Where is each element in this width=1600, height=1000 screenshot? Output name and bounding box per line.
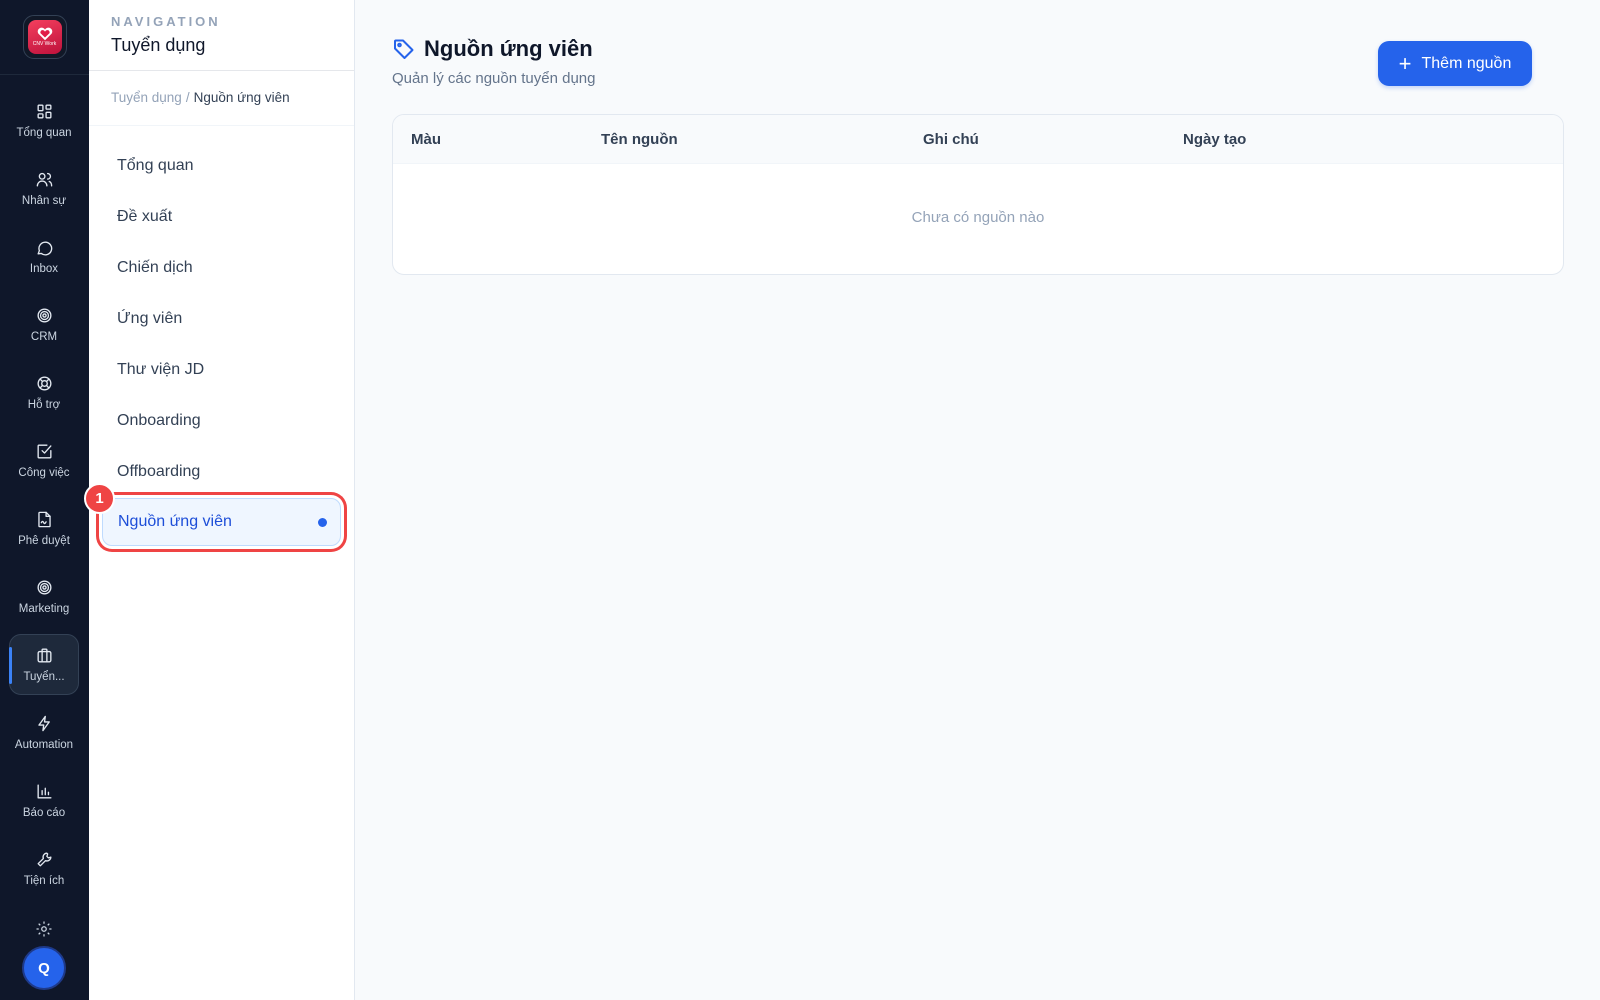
nav-item-de-xuat[interactable]: Đề xuất bbox=[102, 192, 341, 242]
icon-rail: CNV Work Tổng quan Nhân sự Inbox CRM Hỗ … bbox=[0, 0, 89, 1000]
rail-item-phe-duyet[interactable]: Phê duyệt bbox=[9, 498, 79, 559]
nav-item-offboarding[interactable]: Offboarding bbox=[102, 447, 341, 497]
sources-table: Màu Tên nguồn Ghi chú Ngày tạo Chưa có n… bbox=[392, 114, 1564, 275]
gear-icon bbox=[36, 921, 52, 937]
breadcrumb-root-link[interactable]: Tuyển dụng bbox=[111, 90, 182, 105]
nav-item-label: Nguồn ứng viên bbox=[118, 513, 232, 530]
rail-item-ho-tro[interactable]: Hỗ trợ bbox=[9, 362, 79, 423]
breadcrumb: Tuyển dụng / Nguồn ứng viên bbox=[89, 71, 354, 126]
heart-logo-icon: CNV Work bbox=[27, 20, 62, 54]
rail-item-label: CRM bbox=[30, 331, 58, 343]
file-sign-icon bbox=[37, 511, 51, 528]
nav-item-label: Đề xuất bbox=[117, 208, 173, 225]
table-header: Màu Tên nguồn Ghi chú Ngày tạo bbox=[393, 115, 1563, 164]
rail-item-cong-viec[interactable]: Công việc bbox=[9, 430, 79, 491]
rail-item-tuyen-dung[interactable]: Tuyển... bbox=[9, 634, 79, 695]
nav-item-label: Tổng quan bbox=[117, 157, 194, 174]
rail-item-label: Nhân sự bbox=[21, 195, 67, 207]
nav-item-label: Ứng viên bbox=[117, 310, 183, 327]
rail-item-label: Tuyển... bbox=[23, 671, 65, 683]
nav-header: NAVIGATION Tuyển dụng bbox=[89, 0, 354, 71]
nav-item-label: Onboarding bbox=[117, 412, 201, 429]
rail-menu: Tổng quan Nhân sự Inbox CRM Hỗ trợ Công … bbox=[0, 90, 89, 906]
wrench-icon bbox=[36, 852, 52, 867]
column-header-color[interactable]: Màu bbox=[411, 131, 441, 148]
rail-item-label: Inbox bbox=[29, 263, 59, 275]
main-content: Nguồn ứng viên Quản lý các nguồn tuyển d… bbox=[356, 0, 1600, 1000]
add-source-button[interactable]: + Thêm nguồn bbox=[1378, 41, 1532, 86]
logo-area: CNV Work bbox=[0, 0, 89, 75]
rail-item-label: Báo cáo bbox=[22, 807, 66, 819]
rail-item-tien-ich[interactable]: Tiện ích bbox=[9, 838, 79, 899]
column-header-note[interactable]: Ghi chú bbox=[923, 131, 979, 148]
column-header-source-name[interactable]: Tên nguồn bbox=[601, 131, 678, 148]
empty-state-text: Chưa có nguồn nào bbox=[911, 209, 1045, 226]
lifebuoy-icon bbox=[36, 376, 52, 391]
target-icon bbox=[36, 580, 52, 595]
nav-item-thu-vien-jd[interactable]: Thư viện JD bbox=[102, 345, 341, 395]
nav-item-chien-dich[interactable]: Chiến dịch bbox=[102, 243, 341, 293]
page-title-row: Nguồn ứng viên bbox=[392, 36, 595, 62]
nav-item-tong-quan[interactable]: Tổng quan bbox=[102, 141, 341, 191]
nav-item-label: Offboarding bbox=[117, 463, 201, 480]
briefcase-icon bbox=[36, 648, 52, 663]
page-header: Nguồn ứng viên Quản lý các nguồn tuyển d… bbox=[392, 36, 595, 87]
grid-icon bbox=[36, 104, 52, 119]
settings-button[interactable] bbox=[35, 920, 53, 938]
page-subtitle: Quản lý các nguồn tuyển dụng bbox=[392, 70, 596, 87]
rail-item-label: Tiện ích bbox=[23, 875, 65, 887]
users-icon bbox=[36, 172, 52, 187]
nav-item-nguon-ung-vien[interactable]: Nguồn ứng viên bbox=[102, 498, 341, 546]
rail-item-label: Automation bbox=[14, 739, 74, 751]
breadcrumb-separator: / bbox=[185, 90, 190, 105]
rail-item-marketing[interactable]: Marketing bbox=[9, 566, 79, 627]
rail-item-bao-cao[interactable]: Báo cáo bbox=[9, 770, 79, 831]
rail-item-label: Phê duyệt bbox=[18, 535, 70, 547]
nav-item-onboarding[interactable]: Onboarding bbox=[102, 396, 341, 446]
rail-item-inbox[interactable]: Inbox bbox=[9, 226, 79, 287]
active-indicator-dot bbox=[318, 518, 327, 527]
rail-item-crm[interactable]: CRM bbox=[9, 294, 79, 355]
nav-title: Tuyển dụng bbox=[111, 35, 206, 55]
rail-item-nhan-su[interactable]: Nhân sự bbox=[9, 158, 79, 219]
chat-bubble-icon bbox=[36, 241, 52, 256]
plus-icon: + bbox=[1398, 50, 1412, 76]
lightning-icon bbox=[37, 715, 50, 732]
rail-item-automation[interactable]: Automation bbox=[9, 702, 79, 763]
rail-item-label: Hỗ trợ bbox=[27, 399, 61, 411]
add-source-button-label: Thêm nguồn bbox=[1421, 54, 1512, 72]
nav-item-label: Thư viện JD bbox=[117, 361, 205, 378]
nav-eyebrow: NAVIGATION bbox=[111, 14, 221, 29]
bar-chart-icon bbox=[36, 784, 52, 799]
app-logo[interactable]: CNV Work bbox=[22, 15, 67, 59]
column-header-created-date[interactable]: Ngày tạo bbox=[1183, 131, 1246, 148]
navigation-panel: NAVIGATION Tuyển dụng Tuyển dụng / Nguồn ứ… bbox=[89, 0, 355, 1000]
rail-item-label: Công việc bbox=[18, 467, 70, 479]
check-square-icon bbox=[36, 444, 52, 459]
breadcrumb-current: Nguồn ứng viên bbox=[193, 90, 290, 105]
page-title: Nguồn ứng viên bbox=[424, 36, 593, 61]
user-avatar[interactable]: Q bbox=[22, 946, 66, 990]
rail-item-tong-quan[interactable]: Tổng quan bbox=[9, 90, 79, 151]
nav-list: Tổng quan Đề xuất Chiến dịch Ứng viên Th… bbox=[89, 126, 354, 546]
nav-item-ung-vien[interactable]: Ứng viên bbox=[102, 294, 341, 344]
rail-item-label: Marketing bbox=[18, 603, 70, 615]
target-icon bbox=[36, 308, 52, 323]
tag-icon bbox=[394, 39, 414, 59]
step-marker-badge: 1 bbox=[84, 483, 115, 514]
nav-item-label: Chiến dịch bbox=[117, 259, 193, 276]
rail-item-label: Tổng quan bbox=[16, 127, 72, 139]
